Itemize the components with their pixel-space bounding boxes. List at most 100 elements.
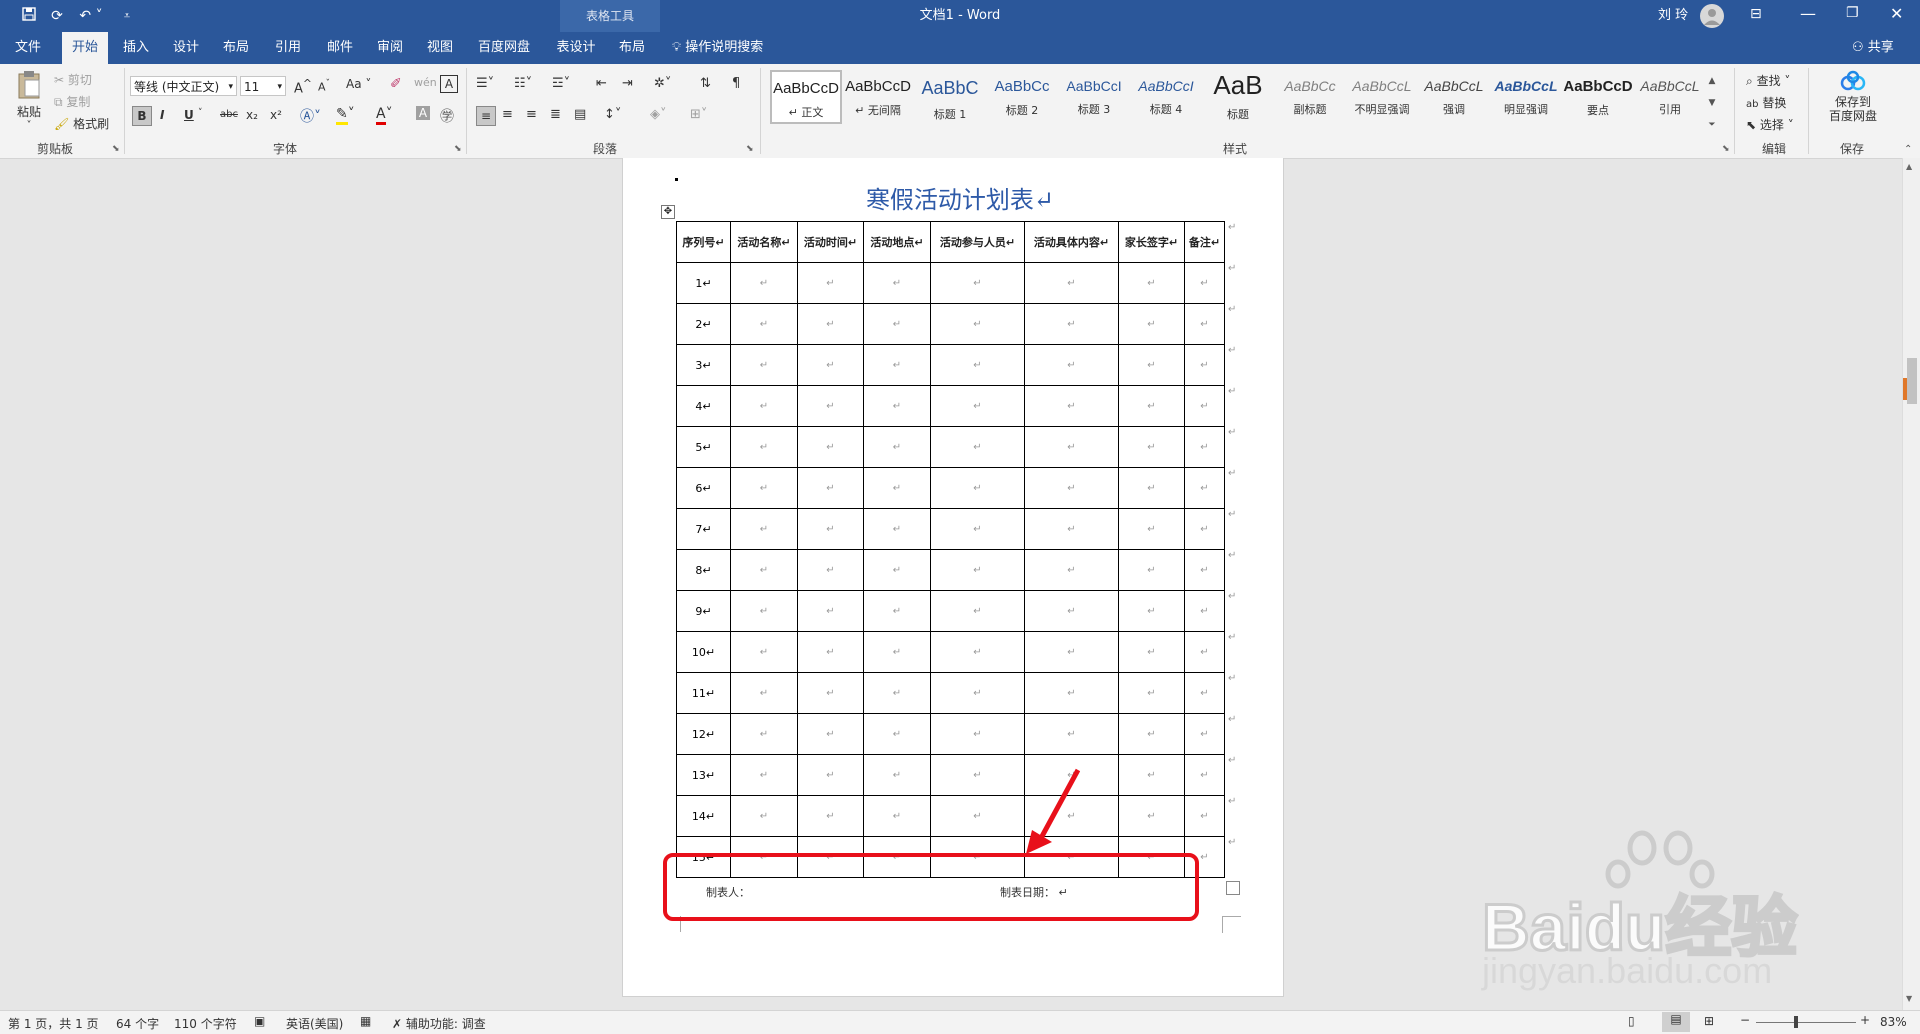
vertical-scrollbar[interactable]: ▲ ▼ bbox=[1902, 158, 1920, 1010]
table-cell[interactable]: ↵ bbox=[1184, 754, 1225, 796]
paragraph-mark-icon[interactable]: ¶ bbox=[732, 76, 740, 91]
table-cell[interactable]: ↵ bbox=[797, 672, 864, 714]
table-cell[interactable]: ↵ bbox=[797, 508, 864, 550]
web-layout-icon[interactable]: ⊞ bbox=[1704, 1014, 1714, 1028]
char-border-icon[interactable]: A bbox=[440, 75, 458, 93]
table-cell[interactable]: ↵ bbox=[1024, 426, 1119, 468]
table-cell[interactable]: ↵ bbox=[930, 262, 1025, 304]
multilevel-list-icon[interactable]: ☲˅ bbox=[552, 76, 570, 91]
table-cell[interactable]: ↵ bbox=[1184, 672, 1225, 714]
chinese-layout-icon[interactable]: ✲˅ bbox=[654, 76, 671, 91]
collapse-ribbon-icon[interactable]: ⌃ bbox=[1904, 144, 1912, 155]
row-number-cell[interactable]: 1↵ bbox=[676, 262, 731, 304]
table-cell[interactable]: ↵ bbox=[930, 754, 1025, 796]
table-cell[interactable]: ↵ bbox=[1184, 549, 1225, 591]
table-cell[interactable]: ↵ bbox=[863, 631, 931, 673]
read-mode-icon[interactable]: ▯ bbox=[1628, 1014, 1635, 1028]
row-number-cell[interactable]: 11↵ bbox=[676, 672, 731, 714]
char-shading-icon[interactable]: A bbox=[416, 106, 430, 120]
zoom-out-icon[interactable]: − bbox=[1740, 1013, 1750, 1027]
table-cell[interactable]: ↵ bbox=[1024, 508, 1119, 550]
table-cell[interactable]: ↵ bbox=[1024, 385, 1119, 427]
tab-insert[interactable]: 插入 bbox=[114, 32, 158, 64]
row-number-cell[interactable]: 9↵ bbox=[676, 590, 731, 632]
dialog-launcher-icon[interactable]: ⬊ bbox=[746, 144, 754, 154]
table-cell[interactable]: ↵ bbox=[1024, 262, 1119, 304]
table-cell[interactable]: ↵ bbox=[797, 713, 864, 755]
tab-references[interactable]: 引用 bbox=[266, 32, 310, 64]
table-cell[interactable]: ↵ bbox=[1118, 426, 1185, 468]
table-cell[interactable]: ↵ bbox=[863, 508, 931, 550]
table-move-handle-icon[interactable]: ✥ bbox=[661, 205, 675, 219]
table-cell[interactable]: ↵ bbox=[1118, 303, 1185, 345]
table-cell[interactable]: ↵ bbox=[1118, 713, 1185, 755]
style-item[interactable]: AaBbC 标题 1 bbox=[914, 70, 986, 124]
customize-icon[interactable]: ⩡ bbox=[116, 6, 138, 26]
row-number-cell[interactable]: 6↵ bbox=[676, 467, 731, 509]
decrease-indent-icon[interactable]: ⇤ bbox=[596, 76, 607, 91]
table-cell[interactable]: ↵ bbox=[730, 303, 798, 345]
tab-table-design[interactable]: 表设计 bbox=[548, 32, 604, 64]
cut-button[interactable]: ✂ 剪切 bbox=[54, 71, 92, 88]
table-cell[interactable]: ↵ bbox=[797, 631, 864, 673]
style-item[interactable]: AaBbCcL 引用 bbox=[1634, 70, 1706, 124]
style-item[interactable]: AaBbCc 副标题 bbox=[1274, 70, 1346, 124]
row-number-cell[interactable]: 12↵ bbox=[676, 713, 731, 755]
table-cell[interactable]: ↵ bbox=[1024, 672, 1119, 714]
copy-button[interactable]: ⧉ 复制 bbox=[54, 93, 90, 110]
gallery-scroll[interactable]: ▲ ▼ ⏷ bbox=[1706, 70, 1718, 136]
table-cell[interactable]: ↵ bbox=[730, 754, 798, 796]
tab-baidu-netdisk[interactable]: 百度网盘 bbox=[472, 32, 536, 64]
table-cell[interactable]: ↵ bbox=[930, 590, 1025, 632]
avatar[interactable] bbox=[1700, 4, 1724, 28]
tell-me-search[interactable]: 💡︎ 操作说明搜索 bbox=[672, 32, 763, 64]
save-to-baidu-button[interactable]: 保存到 百度网盘 bbox=[1818, 70, 1888, 123]
table-cell[interactable]: ↵ bbox=[1118, 754, 1185, 796]
style-item[interactable]: AaBbCcL 不明显强调 bbox=[1346, 70, 1418, 124]
user-name[interactable]: 刘 玲 bbox=[1658, 0, 1688, 32]
table-cell[interactable]: ↵ bbox=[863, 262, 931, 304]
style-item[interactable]: AaBbCcD 要点 bbox=[1562, 70, 1634, 124]
table-cell[interactable]: ↵ bbox=[1118, 795, 1185, 837]
table-cell[interactable]: ↵ bbox=[863, 344, 931, 386]
table-cell[interactable]: ↵ bbox=[1118, 508, 1185, 550]
header-cell[interactable]: 活动地点↵ bbox=[863, 221, 931, 263]
page-count[interactable]: 第 1 页，共 1 页 bbox=[8, 1015, 99, 1032]
zoom-in-icon[interactable]: + bbox=[1860, 1013, 1870, 1027]
table-cell[interactable]: ↵ bbox=[797, 590, 864, 632]
table-cell[interactable]: ↵ bbox=[730, 426, 798, 468]
table-cell[interactable]: ↵ bbox=[797, 754, 864, 796]
table-cell[interactable]: ↵ bbox=[1118, 672, 1185, 714]
table-cell[interactable]: ↵ bbox=[1118, 631, 1185, 673]
table-cell[interactable]: ↵ bbox=[930, 713, 1025, 755]
table-cell[interactable]: ↵ bbox=[1118, 590, 1185, 632]
table-cell[interactable]: ↵ bbox=[863, 754, 931, 796]
header-cell[interactable]: 活动名称↵ bbox=[730, 221, 798, 263]
table-cell[interactable]: ↵ bbox=[730, 508, 798, 550]
header-cell[interactable]: 活动时间↵ bbox=[797, 221, 864, 263]
table-cell[interactable]: ↵ bbox=[1118, 385, 1185, 427]
underline-button[interactable]: U bbox=[184, 108, 194, 122]
style-item[interactable]: AaB 标题 bbox=[1202, 70, 1274, 124]
tab-file[interactable]: 文件 bbox=[8, 32, 48, 64]
table-cell[interactable]: ↵ bbox=[1118, 467, 1185, 509]
font-name-combo[interactable]: 等线 (中文正文) ▾ bbox=[130, 76, 237, 96]
row-number-cell[interactable]: 5↵ bbox=[676, 426, 731, 468]
table-cell[interactable]: ↵ bbox=[930, 344, 1025, 386]
table-cell[interactable]: ↵ bbox=[863, 713, 931, 755]
dialog-launcher-icon[interactable]: ⬊ bbox=[112, 144, 120, 154]
row-number-cell[interactable]: 7↵ bbox=[676, 508, 731, 550]
proofing-icon[interactable]: ▣ bbox=[254, 1014, 265, 1028]
style-item[interactable]: AaBbCcI 标题 3 bbox=[1058, 70, 1130, 124]
table-cell[interactable]: ↵ bbox=[730, 467, 798, 509]
header-cell[interactable]: 备注↵ bbox=[1184, 221, 1225, 263]
table-cell[interactable]: ↵ bbox=[1024, 303, 1119, 345]
table-cell[interactable]: ↵ bbox=[797, 303, 864, 345]
highlight-icon[interactable]: ✎˅ bbox=[336, 106, 355, 125]
table-cell[interactable]: ↵ bbox=[730, 795, 798, 837]
font-size-combo[interactable]: 11 ▾ bbox=[240, 76, 286, 96]
table-cell[interactable]: ↵ bbox=[863, 467, 931, 509]
table-cell[interactable]: ↵ bbox=[863, 590, 931, 632]
increase-indent-icon[interactable]: ⇥ bbox=[622, 76, 633, 91]
row-number-cell[interactable]: 13↵ bbox=[676, 754, 731, 796]
